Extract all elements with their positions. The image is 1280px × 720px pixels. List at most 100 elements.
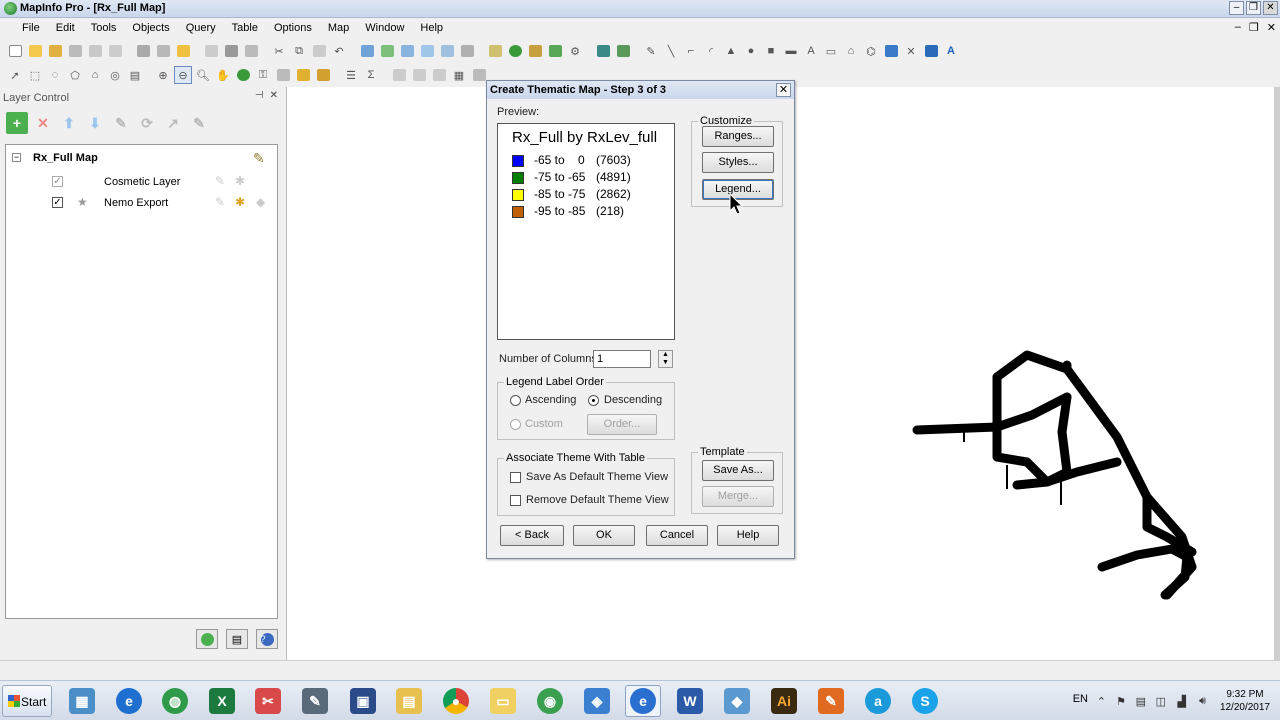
close-button[interactable]: ✕ (1263, 1, 1278, 15)
new-layout-icon[interactable] (418, 42, 436, 60)
text-style-icon[interactable]: A (942, 42, 960, 60)
dialog-close-button[interactable]: ✕ (776, 83, 791, 97)
save-table-icon[interactable] (106, 42, 124, 60)
run-icon[interactable] (594, 42, 612, 60)
undo-icon[interactable]: ↶ (330, 42, 348, 60)
symbol-style-icon[interactable] (882, 42, 900, 60)
layer-properties-icon[interactable]: ✎ (110, 112, 132, 134)
region-style-icon[interactable] (922, 42, 940, 60)
open-icon[interactable] (26, 42, 44, 60)
descending-radio[interactable] (588, 395, 599, 406)
gear-icon[interactable]: ⚙ (566, 42, 584, 60)
label-icon[interactable] (274, 66, 292, 84)
menu-map[interactable]: Map (320, 22, 357, 34)
tray-device-icon[interactable]: ▤ (1136, 695, 1146, 708)
map-node[interactable]: Rx_Full Map (33, 152, 98, 164)
taskbar-globe-icon[interactable]: ◍ (157, 685, 193, 717)
new-mapper-icon[interactable] (378, 42, 396, 60)
save-workspace-icon[interactable] (154, 42, 172, 60)
label-layer-icon[interactable]: ↗ (162, 112, 184, 134)
open-workspace-icon[interactable] (46, 42, 64, 60)
unselect-icon[interactable]: ◎ (106, 66, 124, 84)
layout-tools-icon[interactable] (486, 42, 504, 60)
minimize-button[interactable]: – (1229, 1, 1244, 15)
nemo-edit-icon[interactable]: ✎ (215, 195, 225, 209)
statistics-icon[interactable]: Σ (362, 66, 380, 84)
globe-icon[interactable] (506, 42, 524, 60)
language-indicator[interactable]: EN (1073, 693, 1088, 705)
nemo-layer-checkbox[interactable]: ✓ (52, 197, 63, 208)
taskbar-excel-icon[interactable]: X (204, 685, 240, 717)
menu-query[interactable]: Query (178, 22, 224, 34)
mdi-close-button[interactable]: ✕ (1267, 21, 1276, 34)
menu-objects[interactable]: Objects (124, 22, 177, 34)
folder-icon[interactable] (174, 42, 192, 60)
ok-button[interactable]: OK (573, 525, 635, 546)
select-arrow-icon[interactable]: ➚ (6, 66, 24, 84)
tray-network-icon[interactable]: ▟ (1178, 695, 1186, 708)
options-icon[interactable]: ▤ (226, 629, 248, 649)
ellipse-icon[interactable]: ● (742, 42, 760, 60)
pin-icon[interactable]: ⊣ (255, 90, 264, 101)
taskbar-skype-icon[interactable]: S (907, 685, 943, 717)
remove-layer-icon[interactable]: ✕ (32, 112, 54, 134)
taskbar-diamond-icon[interactable]: ◆ (719, 685, 755, 717)
close-table-icon[interactable] (66, 42, 84, 60)
move-down-icon[interactable]: ⬇ (84, 112, 106, 134)
zoom-out-icon[interactable]: ⊖ (174, 66, 192, 84)
menu-options[interactable]: Options (266, 22, 320, 34)
taskbar-tool-icon[interactable]: ✎ (297, 685, 333, 717)
taskbar-illustrator-icon[interactable]: Ai (766, 685, 802, 717)
polygon-icon[interactable]: ▲ (722, 42, 740, 60)
polygon-select-icon[interactable]: ⬠ (66, 66, 84, 84)
taskbar-chrome-icon[interactable]: ● (438, 685, 474, 717)
move-up-icon[interactable]: ⬆ (58, 112, 80, 134)
taskbar-inpage-icon[interactable]: ✎ (813, 685, 849, 717)
paste-icon[interactable] (310, 42, 328, 60)
menu-edit[interactable]: Edit (48, 22, 83, 34)
rectangle-icon[interactable]: ■ (762, 42, 780, 60)
menu-help[interactable]: Help (412, 22, 451, 34)
save-as-button[interactable]: Save As... (702, 460, 774, 481)
line-style-icon[interactable]: ✕ (902, 42, 920, 60)
symbol-icon[interactable]: ⌬ (862, 42, 880, 60)
frame-icon[interactable]: ▭ (822, 42, 840, 60)
tray-volume-icon[interactable]: 🔊︎ (1199, 695, 1206, 708)
tray-security-icon[interactable]: ◫ (1156, 695, 1166, 708)
print-icon[interactable] (222, 42, 240, 60)
map-properties-icon[interactable]: ✎ (253, 150, 265, 167)
save-default-checkbox[interactable] (510, 472, 521, 483)
num-columns-spinner[interactable]: ▲ ▼ (658, 350, 673, 368)
menu-table[interactable]: Table (224, 22, 266, 34)
collapse-toggle[interactable]: − (12, 153, 21, 162)
table-icon[interactable] (458, 42, 476, 60)
nemo-label-icon[interactable]: ◆ (256, 195, 265, 209)
panel-close-icon[interactable]: ✕ (270, 90, 278, 101)
close-all-icon[interactable] (86, 42, 104, 60)
taskbar-snipping-icon[interactable]: ✂ (250, 685, 286, 717)
mdi-restore-button[interactable]: ❐ (1249, 21, 1259, 34)
tray-flag-icon[interactable]: ⚑ (1116, 695, 1126, 708)
radius-select-icon[interactable]: ◌ (46, 66, 64, 84)
taskbar-earth-icon[interactable]: ◉ (532, 685, 568, 717)
num-columns-input[interactable]: 1 (593, 350, 651, 368)
taskbar-word-icon[interactable]: W (672, 685, 708, 717)
hotlink-icon[interactable]: ⚿ (254, 66, 272, 84)
rounded-rect-icon[interactable]: ▬ (782, 42, 800, 60)
change-view-icon[interactable]: 🔍︎ (194, 66, 212, 84)
marquee-select-icon[interactable]: ⬚ (26, 66, 44, 84)
cosmetic-selectable-icon[interactable]: ✱ (235, 174, 245, 188)
taskbar-a-icon[interactable]: a (860, 685, 896, 717)
layer-cosmetic[interactable]: Cosmetic Layer (104, 176, 180, 188)
info-icon[interactable] (234, 66, 252, 84)
boundary-select-icon[interactable]: ⌂ (86, 66, 104, 84)
cosmetic-edit-icon[interactable]: ✎ (215, 174, 225, 188)
apply-icon[interactable] (196, 629, 218, 649)
menu-tools[interactable]: Tools (83, 22, 125, 34)
layer-nemo-export[interactable]: Nemo Export (104, 197, 168, 209)
add-layer-icon[interactable]: + (6, 112, 28, 134)
help-icon[interactable] (614, 42, 632, 60)
new-redistrict-icon[interactable] (438, 42, 456, 60)
taskbar-files-icon[interactable]: ▭ (485, 685, 521, 717)
legend-icon[interactable]: ☰ (342, 66, 360, 84)
